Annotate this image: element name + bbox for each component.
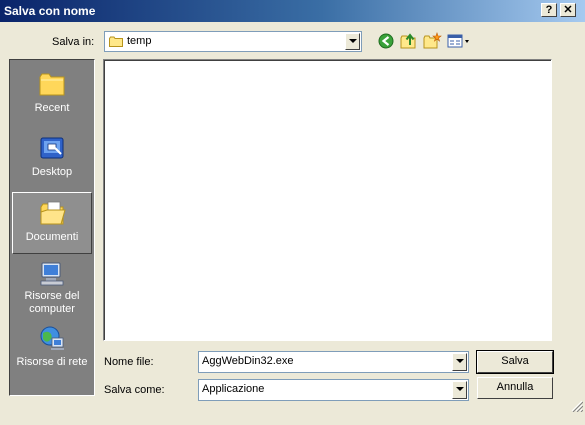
save-in-label: Salva in: (52, 36, 95, 48)
close-button[interactable]: ✕ (560, 3, 576, 17)
cancel-button[interactable]: Annulla (477, 377, 553, 399)
file-list[interactable] (103, 59, 552, 341)
views-menu-icon[interactable] (446, 32, 472, 50)
network-icon (40, 326, 64, 350)
place-desktop[interactable]: Desktop (12, 128, 92, 190)
place-label-my-computer: Risorse del computer (24, 290, 80, 315)
save-as-type-dropdown-button[interactable] (452, 381, 467, 399)
place-label-desktop: Desktop (31, 166, 73, 178)
my-computer-icon (40, 262, 64, 286)
places-bar: Recent Desktop Documenti Risorse del com… (9, 59, 95, 396)
file-name-label: Nome file: (104, 356, 154, 368)
place-label-documenti: Documenti (25, 231, 79, 243)
resize-grip-icon[interactable] (571, 400, 583, 412)
place-documenti[interactable]: Documenti (12, 192, 92, 254)
documents-icon (40, 201, 66, 225)
chevron-down-icon (349, 39, 357, 43)
save-button[interactable]: Salva (476, 350, 554, 374)
recent-icon (39, 73, 65, 96)
place-recent[interactable]: Recent (12, 64, 92, 126)
file-name-dropdown-button[interactable] (452, 353, 467, 371)
save-in-dropdown-button[interactable] (345, 33, 360, 50)
chevron-down-icon (456, 359, 464, 363)
new-folder-icon[interactable] (422, 32, 442, 50)
save-in-value: temp (127, 35, 152, 47)
save-as-dialog: Salva con nome ? ✕ Salva in: temp Recent… (0, 0, 585, 425)
save-as-type-value: Applicazione (202, 383, 265, 395)
place-label-network: Risorse di rete (16, 356, 88, 368)
help-button[interactable]: ? (541, 3, 557, 17)
save-as-type-dropdown[interactable]: Applicazione (198, 379, 469, 401)
chevron-down-icon (456, 387, 464, 391)
title-bar[interactable]: Salva con nome ? ✕ (0, 0, 585, 22)
place-label-recent: Recent (34, 102, 70, 114)
up-folder-icon[interactable] (399, 32, 419, 50)
desktop-icon (40, 137, 64, 159)
folder-icon (109, 36, 123, 47)
place-my-computer[interactable]: Risorse del computer (12, 258, 92, 324)
file-name-combo[interactable]: AggWebDin32.exe (198, 351, 469, 373)
place-network[interactable]: Risorse di rete (12, 324, 92, 386)
back-icon[interactable] (376, 32, 396, 50)
file-name-input[interactable]: AggWebDin32.exe (202, 355, 294, 367)
save-as-type-label: Salva come: (104, 384, 165, 396)
save-in-dropdown[interactable]: temp (104, 31, 362, 52)
window-title: Salva con nome (4, 4, 96, 18)
